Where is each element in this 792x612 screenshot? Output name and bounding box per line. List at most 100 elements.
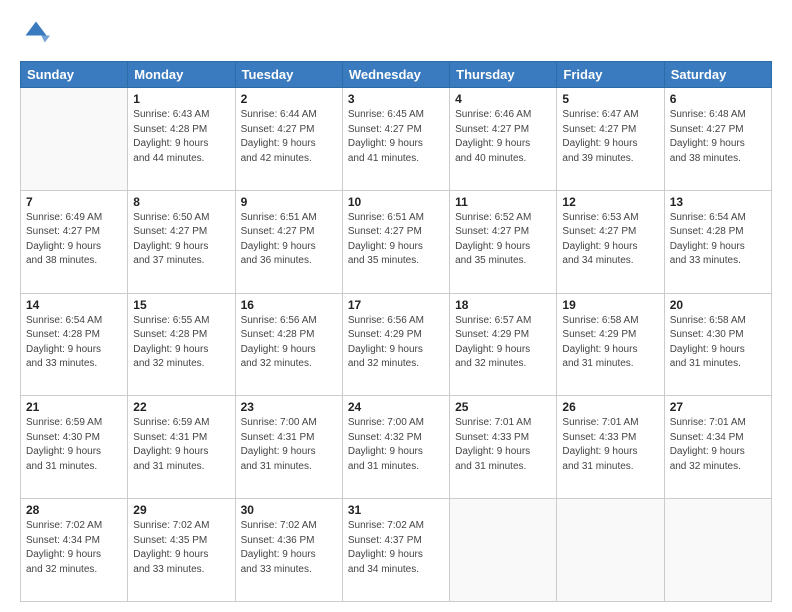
calendar-cell: 11Sunrise: 6:52 AMSunset: 4:27 PMDayligh… xyxy=(450,190,557,293)
calendar-cell: 12 Sunrise: 6:53 AMSunset: 4:27 PMDayligh… xyxy=(557,190,664,293)
day-info: Sunrise: 7:00 AMSunset: 4:31 PMDaylight:… xyxy=(241,416,337,474)
day-number: 6 xyxy=(670,92,766,106)
day-info: Sunrise: 6:55 AMSunset: 4:28 PMDaylight:… xyxy=(133,314,229,372)
day-number: 7 xyxy=(26,195,122,209)
day-number: 19 xyxy=(562,298,658,312)
calendar-cell: 1Sunrise: 6:43 AMSunset: 4:28 PMDaylight… xyxy=(128,88,235,191)
day-info: Sunrise: 7:02 AMSunset: 4:36 PMDaylight:… xyxy=(241,519,337,577)
day-info: Sunrise: 6:49 AMSunset: 4:27 PMDaylight:… xyxy=(26,211,122,269)
day-number: 17 xyxy=(348,298,444,312)
day-info: Sunrise: 7:01 AMSunset: 4:33 PMDaylight:… xyxy=(455,416,551,474)
day-info: Sunrise: 7:00 AMSunset: 4:32 PMDaylight:… xyxy=(348,416,444,474)
day-number: 14 xyxy=(26,298,122,312)
day-info: Sunrise: 6:48 AMSunset: 4:27 PMDaylight:… xyxy=(670,108,766,166)
calendar-cell: 5Sunrise: 6:47 AMSunset: 4:27 PMDaylight… xyxy=(557,88,664,191)
calendar-cell: 18 Sunrise: 6:57 AMSunset: 4:29 PMDayligh… xyxy=(450,293,557,396)
day-number: 4 xyxy=(455,92,551,106)
weekday-header-friday: Friday xyxy=(557,62,664,88)
calendar-cell xyxy=(664,499,771,602)
day-number: 21 xyxy=(26,400,122,414)
calendar-week-row: 21Sunrise: 6:59 AMSunset: 4:30 PMDayligh… xyxy=(21,396,772,499)
calendar-cell: 23 Sunrise: 7:00 AMSunset: 4:31 PMDayligh… xyxy=(235,396,342,499)
day-info: Sunrise: 6:56 AMSunset: 4:29 PMDaylight:… xyxy=(348,314,444,372)
calendar-cell: 6 Sunrise: 6:48 AMSunset: 4:27 PMDaylight… xyxy=(664,88,771,191)
calendar-cell: 30Sunrise: 7:02 AMSunset: 4:36 PMDayligh… xyxy=(235,499,342,602)
calendar-cell: 7 Sunrise: 6:49 AMSunset: 4:27 PMDaylight… xyxy=(21,190,128,293)
calendar-cell: 4 Sunrise: 6:46 AMSunset: 4:27 PMDaylight… xyxy=(450,88,557,191)
page: SundayMondayTuesdayWednesdayThursdayFrid… xyxy=(0,0,792,612)
calendar-cell: 31Sunrise: 7:02 AMSunset: 4:37 PMDayligh… xyxy=(342,499,449,602)
weekday-header-monday: Monday xyxy=(128,62,235,88)
day-info: Sunrise: 6:50 AMSunset: 4:27 PMDaylight:… xyxy=(133,211,229,269)
header xyxy=(20,18,772,51)
calendar-cell: 22 Sunrise: 6:59 AMSunset: 4:31 PMDayligh… xyxy=(128,396,235,499)
day-number: 25 xyxy=(455,400,551,414)
day-info: Sunrise: 6:54 AMSunset: 4:28 PMDaylight:… xyxy=(670,211,766,269)
day-number: 15 xyxy=(133,298,229,312)
weekday-header-row: SundayMondayTuesdayWednesdayThursdayFrid… xyxy=(21,62,772,88)
calendar-cell: 2Sunrise: 6:44 AMSunset: 4:27 PMDaylight… xyxy=(235,88,342,191)
weekday-header-tuesday: Tuesday xyxy=(235,62,342,88)
calendar-cell: 25 Sunrise: 7:01 AMSunset: 4:33 PMDayligh… xyxy=(450,396,557,499)
day-number: 26 xyxy=(562,400,658,414)
day-number: 3 xyxy=(348,92,444,106)
day-info: Sunrise: 6:59 AMSunset: 4:31 PMDaylight:… xyxy=(133,416,229,474)
day-info: Sunrise: 6:47 AMSunset: 4:27 PMDaylight:… xyxy=(562,108,658,166)
calendar-cell: 8Sunrise: 6:50 AMSunset: 4:27 PMDaylight… xyxy=(128,190,235,293)
calendar-cell: 29 Sunrise: 7:02 AMSunset: 4:35 PMDayligh… xyxy=(128,499,235,602)
day-number: 11 xyxy=(455,195,551,209)
day-number: 10 xyxy=(348,195,444,209)
day-info: Sunrise: 6:58 AMSunset: 4:29 PMDaylight:… xyxy=(562,314,658,372)
day-number: 13 xyxy=(670,195,766,209)
day-number: 12 xyxy=(562,195,658,209)
day-number: 29 xyxy=(133,503,229,517)
calendar-cell: 20Sunrise: 6:58 AMSunset: 4:30 PMDayligh… xyxy=(664,293,771,396)
calendar-week-row: 14 Sunrise: 6:54 AMSunset: 4:28 PMDayligh… xyxy=(21,293,772,396)
calendar-cell: 28 Sunrise: 7:02 AMSunset: 4:34 PMDayligh… xyxy=(21,499,128,602)
logo xyxy=(20,18,54,51)
day-info: Sunrise: 6:51 AMSunset: 4:27 PMDaylight:… xyxy=(241,211,337,269)
day-info: Sunrise: 7:02 AMSunset: 4:35 PMDaylight:… xyxy=(133,519,229,577)
day-info: Sunrise: 6:51 AMSunset: 4:27 PMDaylight:… xyxy=(348,211,444,269)
day-number: 24 xyxy=(348,400,444,414)
day-info: Sunrise: 6:57 AMSunset: 4:29 PMDaylight:… xyxy=(455,314,551,372)
calendar-cell: 10 Sunrise: 6:51 AMSunset: 4:27 PMDayligh… xyxy=(342,190,449,293)
day-info: Sunrise: 6:54 AMSunset: 4:28 PMDaylight:… xyxy=(26,314,122,372)
calendar-week-row: 1Sunrise: 6:43 AMSunset: 4:28 PMDaylight… xyxy=(21,88,772,191)
calendar-cell: 21Sunrise: 6:59 AMSunset: 4:30 PMDayligh… xyxy=(21,396,128,499)
calendar-cell: 19 Sunrise: 6:58 AMSunset: 4:29 PMDayligh… xyxy=(557,293,664,396)
calendar-week-row: 7 Sunrise: 6:49 AMSunset: 4:27 PMDaylight… xyxy=(21,190,772,293)
day-number: 18 xyxy=(455,298,551,312)
day-number: 28 xyxy=(26,503,122,517)
calendar-body: 1Sunrise: 6:43 AMSunset: 4:28 PMDaylight… xyxy=(21,88,772,602)
calendar-cell: 14 Sunrise: 6:54 AMSunset: 4:28 PMDayligh… xyxy=(21,293,128,396)
day-info: Sunrise: 6:58 AMSunset: 4:30 PMDaylight:… xyxy=(670,314,766,372)
calendar-cell: 24 Sunrise: 7:00 AMSunset: 4:32 PMDayligh… xyxy=(342,396,449,499)
calendar-cell: 26 Sunrise: 7:01 AMSunset: 4:33 PMDayligh… xyxy=(557,396,664,499)
day-info: Sunrise: 7:01 AMSunset: 4:33 PMDaylight:… xyxy=(562,416,658,474)
calendar-table: SundayMondayTuesdayWednesdayThursdayFrid… xyxy=(20,61,772,602)
calendar-cell: 17 Sunrise: 6:56 AMSunset: 4:29 PMDayligh… xyxy=(342,293,449,396)
calendar-week-row: 28 Sunrise: 7:02 AMSunset: 4:34 PMDayligh… xyxy=(21,499,772,602)
calendar-cell: 13 Sunrise: 6:54 AMSunset: 4:28 PMDayligh… xyxy=(664,190,771,293)
day-number: 31 xyxy=(348,503,444,517)
day-info: Sunrise: 6:53 AMSunset: 4:27 PMDaylight:… xyxy=(562,211,658,269)
calendar-cell xyxy=(557,499,664,602)
day-number: 22 xyxy=(133,400,229,414)
day-info: Sunrise: 6:46 AMSunset: 4:27 PMDaylight:… xyxy=(455,108,551,166)
logo-icon xyxy=(22,18,50,46)
day-number: 2 xyxy=(241,92,337,106)
weekday-header-wednesday: Wednesday xyxy=(342,62,449,88)
day-number: 9 xyxy=(241,195,337,209)
calendar-cell xyxy=(21,88,128,191)
calendar-cell: 3 Sunrise: 6:45 AMSunset: 4:27 PMDaylight… xyxy=(342,88,449,191)
calendar-cell: 15 Sunrise: 6:55 AMSunset: 4:28 PMDayligh… xyxy=(128,293,235,396)
weekday-header-sunday: Sunday xyxy=(21,62,128,88)
day-info: Sunrise: 6:45 AMSunset: 4:27 PMDaylight:… xyxy=(348,108,444,166)
day-number: 16 xyxy=(241,298,337,312)
day-number: 27 xyxy=(670,400,766,414)
day-number: 23 xyxy=(241,400,337,414)
calendar-cell xyxy=(450,499,557,602)
day-info: Sunrise: 7:01 AMSunset: 4:34 PMDaylight:… xyxy=(670,416,766,474)
day-info: Sunrise: 7:02 AMSunset: 4:34 PMDaylight:… xyxy=(26,519,122,577)
